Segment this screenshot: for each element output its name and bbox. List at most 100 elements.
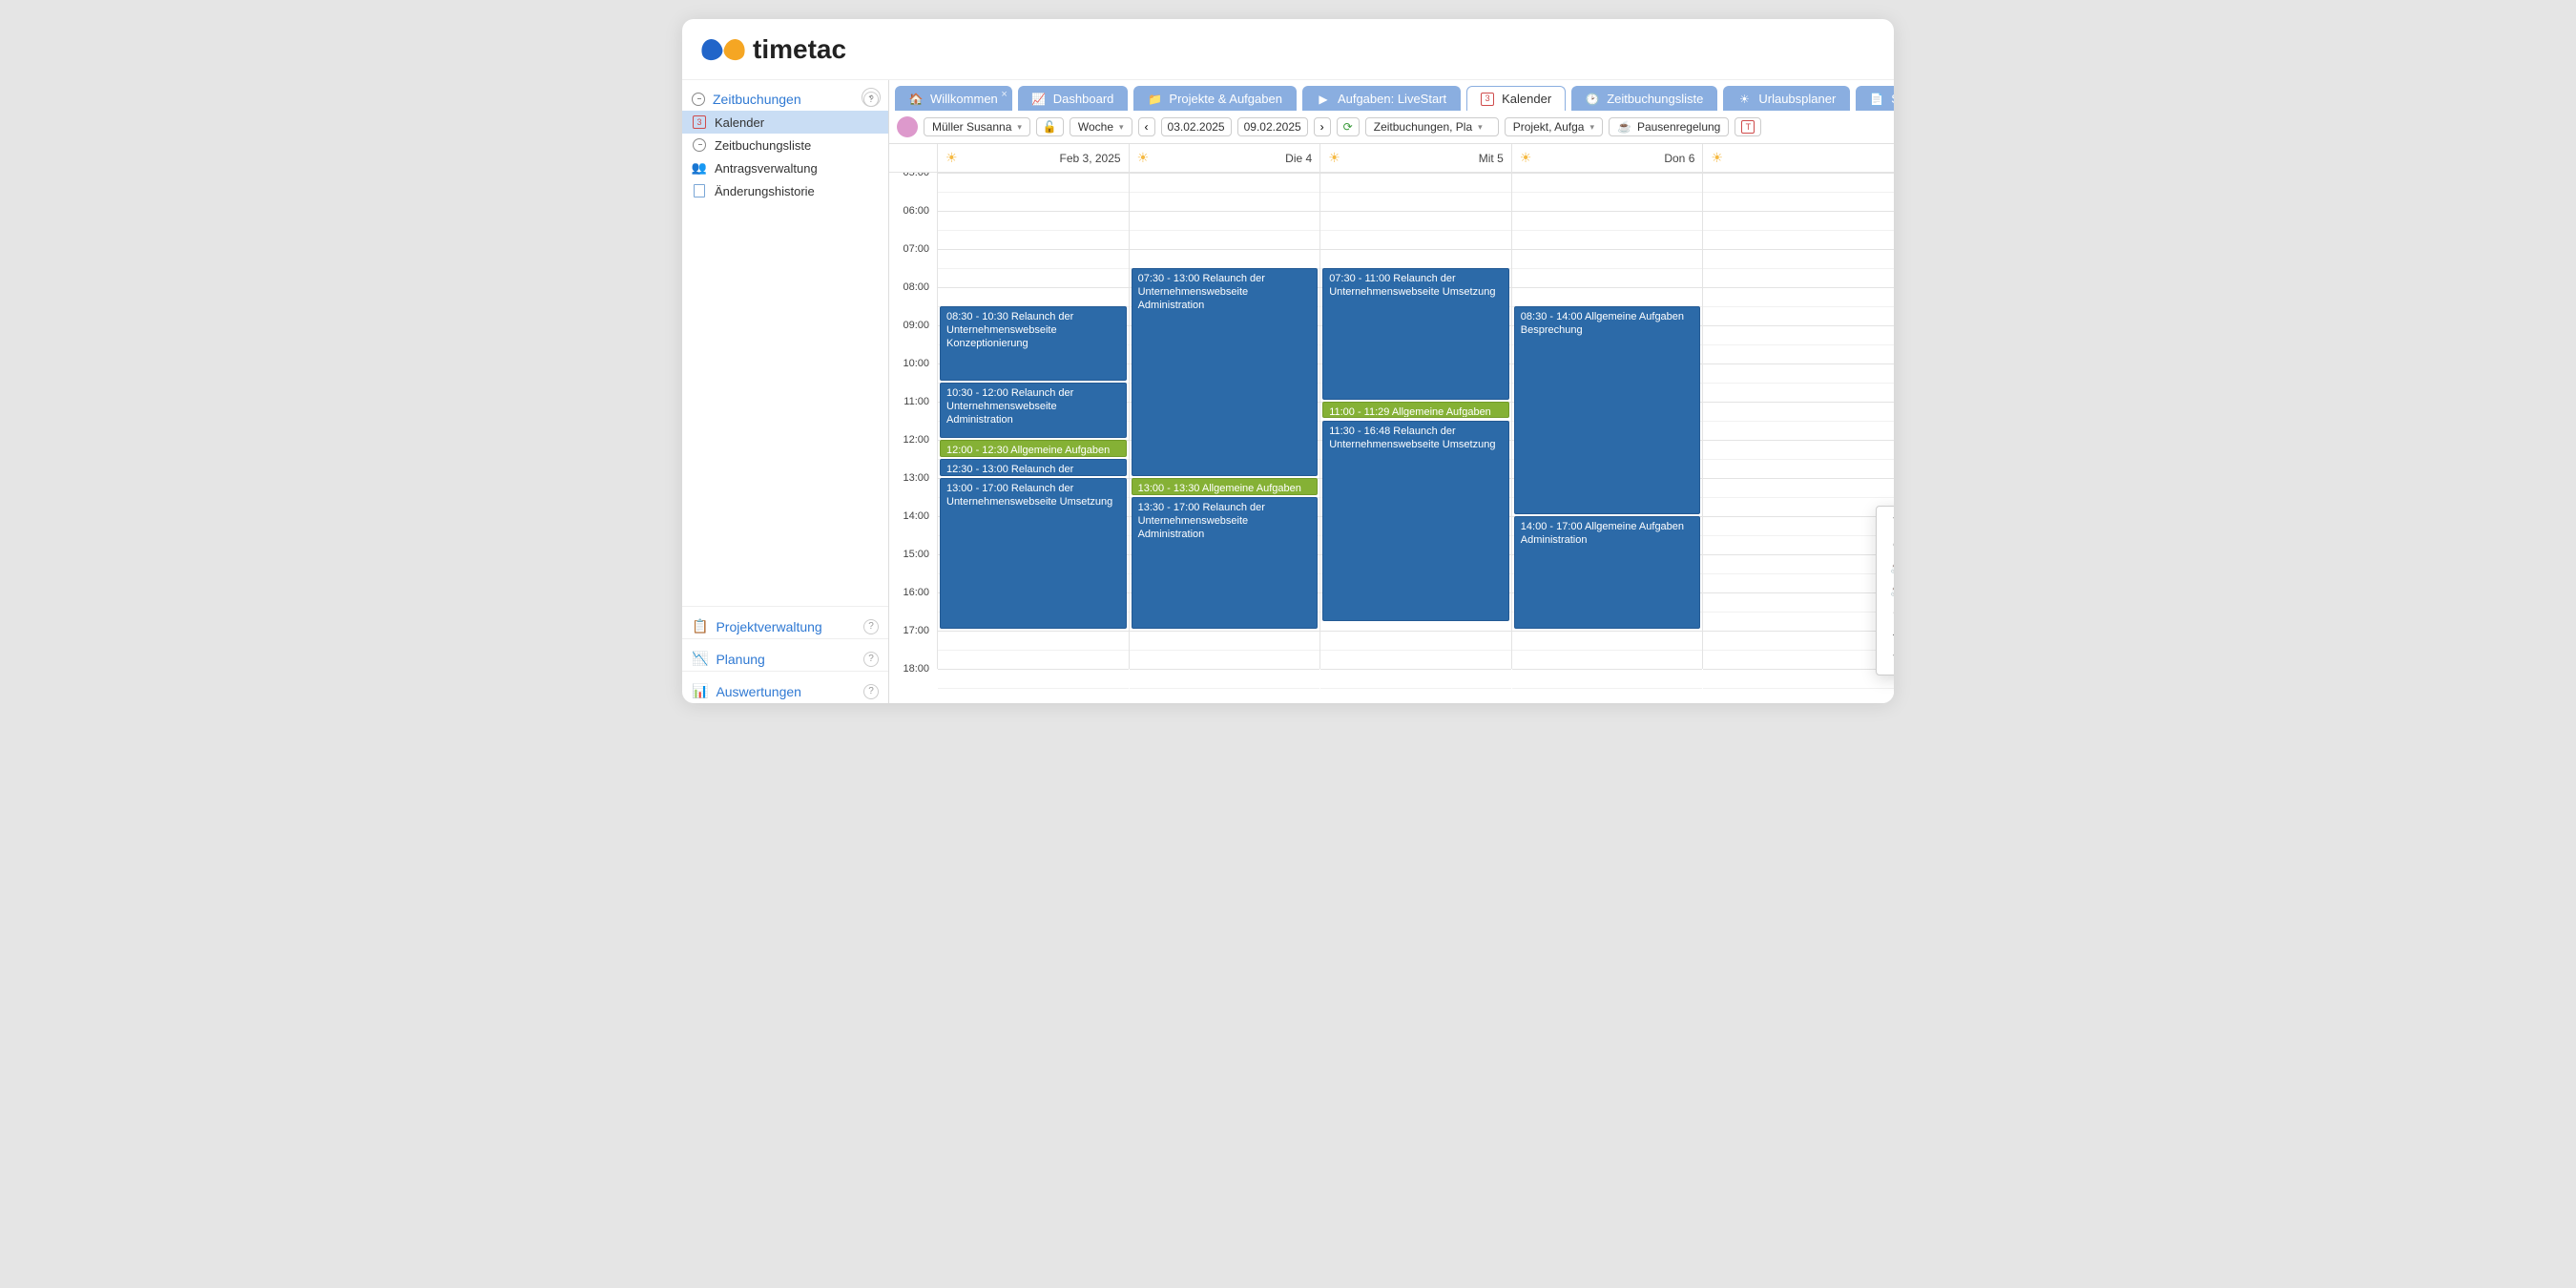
tab-willkommen[interactable]: 🏠Willkommen×	[895, 86, 1012, 111]
collapse-sidebar-button[interactable]: ‹	[862, 88, 881, 107]
clock-icon	[692, 137, 707, 153]
period-select[interactable]: Woche▾	[1070, 117, 1132, 136]
toolbar: Müller Susanna▾ 🔓 Woche▾ ‹ 03.02.2025 09…	[889, 111, 1894, 144]
prev-button[interactable]: ‹	[1138, 117, 1155, 136]
close-icon[interactable]: ×	[1001, 89, 1007, 100]
day-column-header: ☀Feb 3, 2025	[937, 144, 1129, 172]
calendar-event[interactable]: 08:30 - 14:00 Allgemeine Aufgaben Bespre…	[1514, 306, 1701, 514]
time-gutter: 05:0006:0007:0008:0009:0010:0011:0012:00…	[889, 173, 937, 669]
menu-item-zeitbuchung-l-schen[interactable]: ⊖Zeitbuchung löschen	[1877, 533, 1894, 556]
date-from-input[interactable]: 03.02.2025	[1161, 117, 1232, 136]
menu-icon: ↻	[1890, 514, 1894, 530]
calendar-event[interactable]: 12:00 - 12:30 Allgemeine Aufgaben	[940, 440, 1127, 457]
calendar-event[interactable]: 13:30 - 17:00 Relaunch der Unternehmensw…	[1132, 497, 1319, 629]
sidebar: ‹ Zeitbuchungen ? 3KalenderZeitbuchungsl…	[682, 80, 889, 703]
sidebar-section-projektverwaltung[interactable]: 📋Projektverwaltung?	[682, 607, 888, 638]
menu-item-zeitbuchung-teilen[interactable]: ↻Zeitbuchung teilen	[1877, 510, 1894, 533]
sidebar-item-label: Zeitbuchungsliste	[715, 138, 811, 153]
day-column-header: ☀Mit 5	[1319, 144, 1511, 172]
sidebar-item--nderungshistorie[interactable]: Änderungshistorie	[682, 179, 888, 202]
day-column[interactable]: 07:30 - 13:00 Relaunch der Unternehmensw…	[1129, 173, 1320, 669]
day-column[interactable]: 07:30 - 11:00 Relaunch der Unternehmensw…	[1319, 173, 1511, 669]
day-column[interactable]: 08:30 - 14:00 Allgemeine Aufgaben Bespre…	[1511, 173, 1703, 669]
sidebar-item-kalender[interactable]: 3 Kalender	[682, 111, 888, 134]
doc-icon	[692, 183, 707, 198]
hour-label: 12:00	[889, 434, 933, 446]
bars-icon: 📊	[692, 683, 708, 699]
tab-kalender[interactable]: 3Kalender	[1466, 86, 1566, 111]
sidebar-item-label: Änderungshistorie	[715, 184, 815, 198]
calendar-event[interactable]: 13:00 - 13:30 Allgemeine Aufgaben	[1132, 478, 1319, 495]
sidebar-item-label: Kalender	[715, 115, 764, 130]
help-icon[interactable]: ?	[863, 684, 879, 699]
tab-urlaubsplaner[interactable]: ☀Urlaubsplaner	[1723, 86, 1850, 111]
day-column-header: ☀Don 6	[1511, 144, 1703, 172]
gauge-icon: 📈	[1032, 93, 1046, 106]
calendar-event[interactable]: 12:30 - 13:00 Relaunch der Unternehmensw…	[940, 459, 1127, 476]
today-button[interactable]: T	[1735, 117, 1761, 136]
sun-icon: ☀	[1137, 150, 1150, 166]
hour-label: 16:00	[889, 587, 933, 598]
folder-icon: 📁	[1148, 93, 1161, 106]
sidebar-section-auswertungen[interactable]: 📊Auswertungen?	[682, 671, 888, 703]
calendar-event[interactable]: 11:00 - 11:29 Allgemeine Aufgaben	[1322, 402, 1509, 418]
calendar-event[interactable]: 07:30 - 11:00 Relaunch der Unternehmensw…	[1322, 268, 1509, 400]
sidebar-item-zeitbuchungsliste[interactable]: Zeitbuchungsliste	[682, 134, 888, 156]
clipboard-icon: 📋	[692, 618, 708, 634]
calendar-event[interactable]: 10:30 - 12:00 Relaunch der Unternehmensw…	[940, 383, 1127, 438]
calendar-event[interactable]: 13:00 - 17:00 Relaunch der Unternehmensw…	[940, 478, 1127, 629]
calendar-grid[interactable]: 08:30 - 10:30 Relaunch der Unternehmensw…	[937, 173, 1894, 669]
chevron-down-icon: ▾	[1017, 122, 1022, 133]
clock-icon: 🕑	[1586, 93, 1599, 106]
hour-label: 18:00	[889, 663, 933, 675]
unlock-button[interactable]: 🔓	[1036, 117, 1064, 136]
brand-name: timetac	[753, 34, 846, 65]
user-select[interactable]: Müller Susanna▾	[924, 117, 1030, 136]
tab-zeitbuchungsliste[interactable]: 🕑Zeitbuchungsliste	[1571, 86, 1717, 111]
calendar-event[interactable]: 08:30 - 10:30 Relaunch der Unternehmensw…	[940, 306, 1127, 381]
day-column[interactable]: 08:30 - 10:30 Relaunch der Unternehmensw…	[937, 173, 1129, 669]
help-icon[interactable]: ?	[863, 619, 879, 634]
calendar-icon: 3	[692, 114, 707, 130]
hour-label: 15:00	[889, 549, 933, 560]
hour-label: 06:00	[889, 205, 933, 217]
coffee-icon: ☕	[1617, 120, 1631, 134]
tab-bar: 🏠Willkommen×📈Dashboard📁Projekte & Aufgab…	[889, 80, 1894, 111]
next-button[interactable]: ›	[1314, 117, 1331, 136]
tab-projekte-aufgaben[interactable]: 📁Projekte & Aufgaben	[1133, 86, 1297, 111]
day-column-header: ☀	[1702, 144, 1894, 172]
avatar[interactable]	[897, 116, 918, 137]
hour-label: 11:00	[889, 396, 933, 407]
help-icon[interactable]: ?	[863, 652, 879, 667]
menu-item-pause-einf-gen[interactable]: ☕Pause einfügen	[1877, 556, 1894, 579]
sidebar-item-antragsverwaltung[interactable]: 👥Antragsverwaltung	[682, 156, 888, 179]
tab-stundenabrech[interactable]: 📄Stundenabrech	[1856, 86, 1894, 111]
date-to-input[interactable]: 09.02.2025	[1237, 117, 1308, 136]
filter-1-select[interactable]: Zeitbuchungen, Pla▾	[1365, 117, 1499, 136]
tab-aufgaben-livestart[interactable]: ▶Aufgaben: LiveStart	[1302, 86, 1461, 111]
chevron-down-icon: ▾	[1119, 122, 1124, 133]
calendar-event[interactable]: 14:00 - 17:00 Allgemeine Aufgaben Admini…	[1514, 516, 1701, 629]
menu-item-zeitbuchung-einf-gen[interactable]: ⟲Zeitbuchung einfügen	[1877, 625, 1894, 648]
refresh-button[interactable]: ⟳	[1337, 117, 1360, 136]
filter-2-select[interactable]: Projekt, Aufga▾	[1505, 117, 1603, 136]
chevron-down-icon: ▾	[1589, 122, 1594, 133]
menu-item-zeitbuchung-davor-einf-gen[interactable]: ↺Zeitbuchung davor einfügen	[1877, 602, 1894, 625]
hour-label: 10:00	[889, 358, 933, 369]
pausenregelung-button[interactable]: ☕ Pausenregelung	[1609, 117, 1729, 136]
menu-icon: ⟲	[1890, 629, 1894, 644]
tab-dashboard[interactable]: 📈Dashboard	[1018, 86, 1129, 111]
context-menu: ↻Zeitbuchung teilen⊖Zeitbuchung löschen☕…	[1876, 506, 1894, 675]
logo-blob-blue	[699, 36, 725, 62]
chart-icon: 📉	[692, 651, 708, 667]
calendar-event[interactable]: 11:30 - 16:48 Relaunch der Unternehmensw…	[1322, 421, 1509, 621]
sun-icon: ☀	[1711, 150, 1723, 166]
calendar: ☀Feb 3, 2025☀Die 4☀Mit 5☀Don 6☀ 05:0006:…	[889, 144, 1894, 703]
menu-item-pausenregelung[interactable]: ☕Pausenregelung	[1877, 579, 1894, 602]
day-column[interactable]	[1702, 173, 1894, 669]
hour-label: 05:00	[889, 173, 933, 178]
calendar-event[interactable]: 07:30 - 13:00 Relaunch der Unternehmensw…	[1132, 268, 1319, 476]
sidebar-section-planung[interactable]: 📉Planung?	[682, 638, 888, 671]
logo-blob-orange	[722, 36, 748, 62]
menu-item-zeitbuchung-danach-einf-gen[interactable]: ↻Zeitbuchung danach einfügen	[1877, 648, 1894, 671]
